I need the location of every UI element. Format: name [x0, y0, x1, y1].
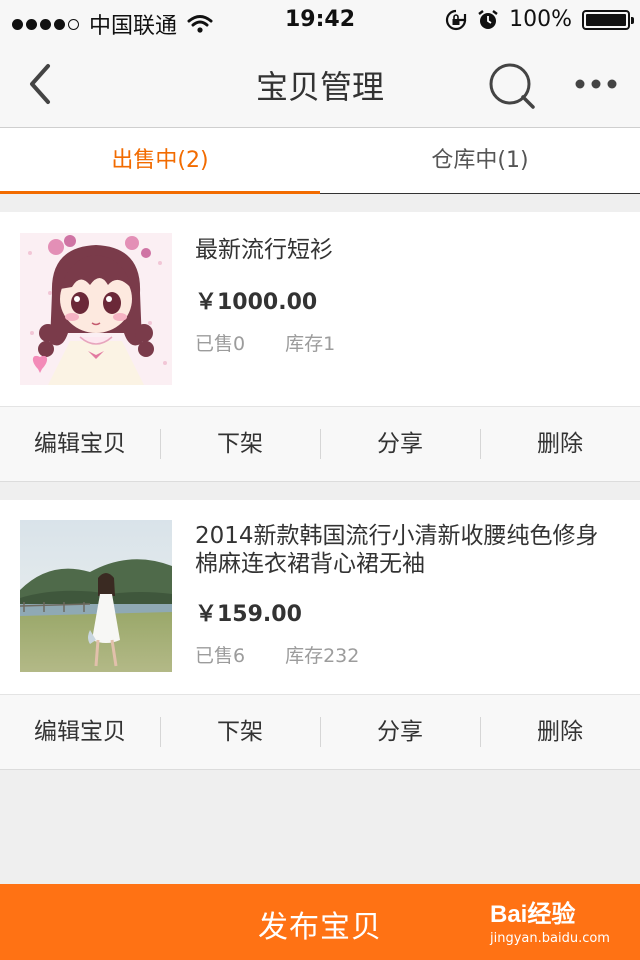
woman-in-white-dress-image [20, 520, 172, 672]
rotation-lock-icon [446, 9, 467, 30]
page-title: 宝贝管理 [255, 68, 384, 106]
battery-fill [586, 13, 626, 26]
watermark-logo: Bai经验 [490, 901, 576, 928]
anime-girl-image [20, 233, 172, 385]
watermark-url: jingyan.baidu.com [490, 931, 610, 946]
item-sold-count: 已售0 [195, 333, 246, 355]
item-sold-count: 已售6 [195, 645, 246, 667]
delist-button[interactable]: 下架 [160, 407, 320, 481]
edit-item-button[interactable]: 编辑宝贝 [0, 695, 160, 769]
item-action-row: 编辑宝贝 下架 分享 删除 [0, 406, 640, 482]
delist-button[interactable]: 下架 [160, 695, 320, 769]
more-dots-icon[interactable] [574, 68, 618, 100]
nav-bar: 宝贝管理 [0, 40, 640, 128]
status-bar: 中国联通 19:42 100% [0, 0, 640, 40]
tab-bar: 出售中(2) 仓库中(1) [0, 128, 640, 194]
item-thumbnail-anime-girl [20, 233, 172, 385]
item-body[interactable]: 最新流行短衫 ￥1000.00 已售0 库存1 [0, 212, 640, 406]
item-card: 2014新款韩国流行小清新收腰纯色修身棉麻连衣裙背心裙无袖 ￥159.00 已售… [0, 500, 640, 770]
tab-on-sale[interactable]: 出售中(2) [0, 128, 320, 194]
item-stats: 已售6 库存232 [195, 641, 359, 668]
delete-button[interactable]: 删除 [480, 407, 640, 481]
share-button[interactable]: 分享 [320, 695, 480, 769]
item-price: ￥1000.00 [195, 290, 318, 315]
tab-warehouse[interactable]: 仓库中(1) [320, 128, 640, 194]
share-button[interactable]: 分享 [320, 407, 480, 481]
search-icon[interactable] [486, 60, 538, 112]
status-right: 100% [445, 7, 634, 32]
item-title: 最新流行短衫 [195, 237, 333, 263]
battery-percent: 100% [509, 7, 572, 32]
delete-button[interactable]: 删除 [480, 695, 640, 769]
baidu-jingyan-watermark: Bai经验 jingyan.baidu.com [490, 894, 620, 954]
active-tab-indicator [0, 191, 320, 194]
item-body[interactable]: 2014新款韩国流行小清新收腰纯色修身棉麻连衣裙背心裙无袖 ￥159.00 已售… [0, 500, 640, 694]
item-action-row: 编辑宝贝 下架 分享 删除 [0, 694, 640, 770]
item-title: 2014新款韩国流行小清新收腰纯色修身棉麻连衣裙背心裙无袖 [195, 523, 599, 577]
item-stats: 已售0 库存1 [195, 329, 335, 356]
edit-item-button[interactable]: 编辑宝贝 [0, 407, 160, 481]
item-card: 最新流行短衫 ￥1000.00 已售0 库存1 编辑宝贝 下架 分享 删除 [0, 212, 640, 482]
item-stock-count: 库存1 [285, 333, 336, 355]
publish-item-button[interactable]: 发布宝贝 Bai经验 jingyan.baidu.com [0, 884, 640, 960]
item-thumbnail-dress-photo [20, 520, 172, 672]
item-stock-count: 库存232 [285, 645, 360, 667]
alarm-icon [478, 9, 498, 29]
battery-icon [582, 9, 634, 30]
item-price: ￥159.00 [195, 602, 302, 627]
